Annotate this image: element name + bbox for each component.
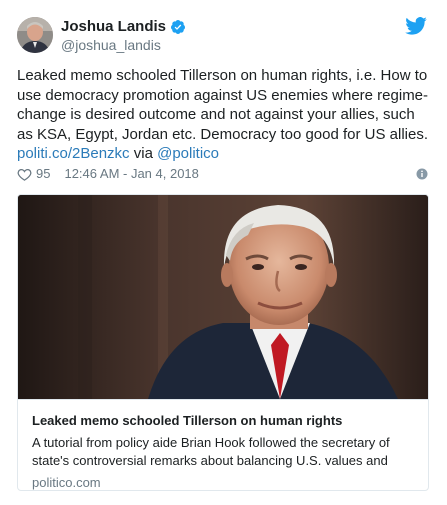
link-preview-card[interactable]: Leaked memo schooled Tillerson on human … — [17, 194, 429, 491]
card-title[interactable]: Leaked memo schooled Tillerson on human … — [32, 412, 414, 430]
verified-badge-icon — [171, 19, 186, 34]
article-photo — [18, 195, 428, 399]
author-name[interactable]: Joshua Landis — [61, 17, 186, 36]
tweet-meta: 95 12:46 AM - Jan 4, 2018 — [17, 164, 199, 184]
card-description: A tutorial from policy aide Brian Hook f… — [32, 435, 390, 468]
info-icon[interactable] — [416, 168, 428, 180]
embedded-tweet: Joshua Landis @joshua_landis Leaked memo… — [0, 0, 447, 505]
avatar-photo — [17, 17, 53, 53]
card-image — [18, 195, 428, 399]
card-body: Leaked memo schooled Tillerson on human … — [18, 399, 428, 490]
author-name-text: Joshua Landis — [61, 18, 167, 35]
tweet-text: Leaked memo schooled Tillerson on human … — [17, 66, 429, 164]
twitter-bird-icon[interactable] — [405, 17, 427, 35]
like-count[interactable]: 95 — [36, 164, 50, 184]
tweet-body: Leaked memo schooled Tillerson on human … — [17, 67, 429, 143]
via-text: via — [133, 145, 153, 162]
author-handle[interactable]: @joshua_landis — [61, 36, 161, 54]
mention-link[interactable]: @politico — [157, 145, 219, 162]
author-avatar[interactable] — [17, 17, 53, 53]
heart-icon[interactable] — [17, 167, 32, 182]
tweet-link[interactable]: politi.co/2Benzkc — [17, 145, 130, 162]
timestamp[interactable]: 12:46 AM - Jan 4, 2018 — [64, 164, 198, 184]
card-domain: politico.com — [32, 475, 101, 490]
